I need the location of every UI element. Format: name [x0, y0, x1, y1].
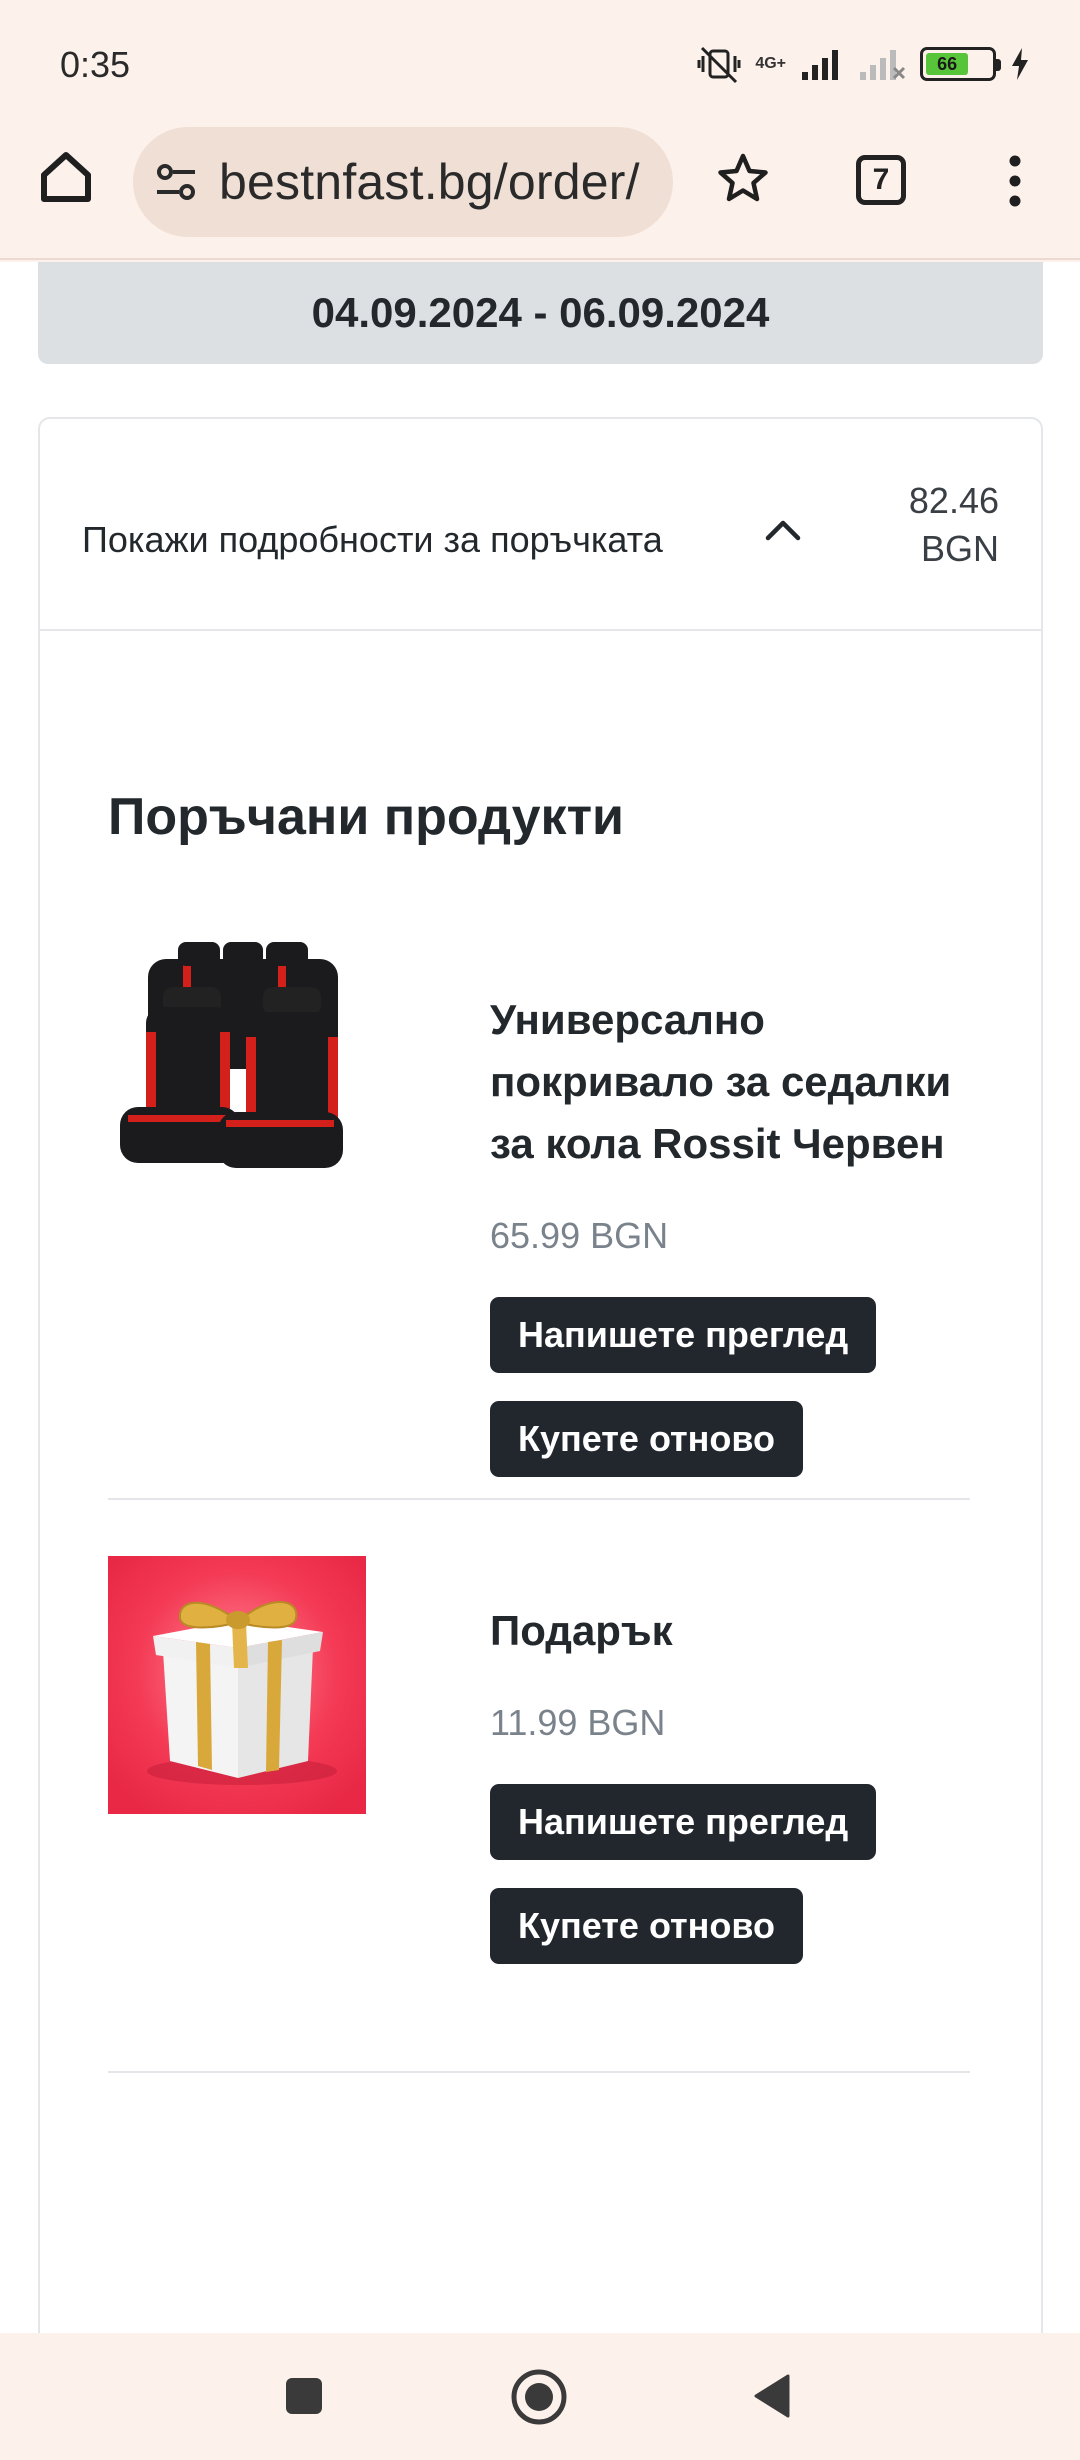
chevron-up-icon[interactable]: [760, 507, 806, 553]
status-icons: 4G+ 66: [697, 42, 1030, 86]
order-total: 82.46 BGN: [849, 477, 999, 573]
site-settings-icon[interactable]: [153, 159, 199, 205]
vibrate-off-icon: [697, 46, 741, 84]
order-summary-toggle[interactable]: Покажи подробности за поръчката 82.46 BG…: [40, 419, 1041, 631]
product-item: Универсално покривало за седалки за кола…: [108, 927, 970, 1500]
product-image-seat-covers[interactable]: [108, 937, 366, 1195]
gift-box-image: [108, 1556, 366, 1814]
url-text: bestnfast.bg/order/: [219, 154, 640, 210]
overflow-menu-icon[interactable]: [1000, 151, 1030, 211]
product-name[interactable]: Универсално покривало за седалки за кола…: [490, 989, 970, 1175]
order-details-toggle-label[interactable]: Покажи подробности за поръчката: [82, 519, 663, 561]
write-review-button[interactable]: Напишете преглед: [490, 1784, 877, 1860]
browser-toolbar: bestnfast.bg/order/ 7: [0, 125, 1080, 260]
buy-again-button[interactable]: Купете отново: [490, 1401, 804, 1477]
product-item: Подарък 11.99 BGN Напишете преглед Купет…: [108, 1500, 970, 2073]
status-bar: 0:35 4G+ 66: [0, 0, 1080, 125]
car-seat-covers-image: [108, 937, 366, 1195]
battery-icon: 66: [920, 47, 1001, 81]
product-info: Универсално покривало за седалки за кола…: [490, 989, 970, 1477]
bookmark-star-icon[interactable]: [715, 151, 771, 207]
back-icon[interactable]: [752, 2373, 792, 2419]
recents-icon[interactable]: [284, 2376, 324, 2416]
section-title: Поръчани продукти: [108, 788, 625, 846]
address-bar[interactable]: bestnfast.bg/order/: [133, 127, 673, 237]
product-name[interactable]: Подарък: [490, 1600, 970, 1662]
order-total-currency: BGN: [920, 528, 999, 569]
buy-again-button[interactable]: Купете отново: [490, 1888, 804, 1964]
status-time: 0:35: [60, 44, 131, 85]
page-content: 04.09.2024 - 06.09.2024 Покажи подробнос…: [0, 262, 1080, 2333]
tab-switcher-button[interactable]: 7: [856, 155, 906, 205]
network-type: 4G+: [755, 55, 786, 72]
home-icon[interactable]: [36, 147, 96, 207]
product-info: Подарък 11.99 BGN Напишете преглед Купет…: [490, 1600, 970, 1964]
product-image-gift[interactable]: [108, 1556, 366, 1814]
home-circle-icon[interactable]: [510, 2368, 568, 2426]
product-price: 11.99 BGN: [490, 1702, 666, 1743]
battery-level: 66: [937, 53, 958, 74]
product-price: 65.99 BGN: [490, 1215, 669, 1256]
order-total-amount: 82.46: [908, 480, 999, 521]
system-navigation-bar: [0, 2333, 1080, 2460]
delivery-date-banner: 04.09.2024 - 06.09.2024: [38, 262, 1043, 364]
write-review-button[interactable]: Напишете преглед: [490, 1297, 877, 1373]
signal-no-service-icon: [860, 50, 906, 80]
signal-icon: [802, 50, 838, 80]
charging-bolt-icon: [1012, 48, 1028, 80]
